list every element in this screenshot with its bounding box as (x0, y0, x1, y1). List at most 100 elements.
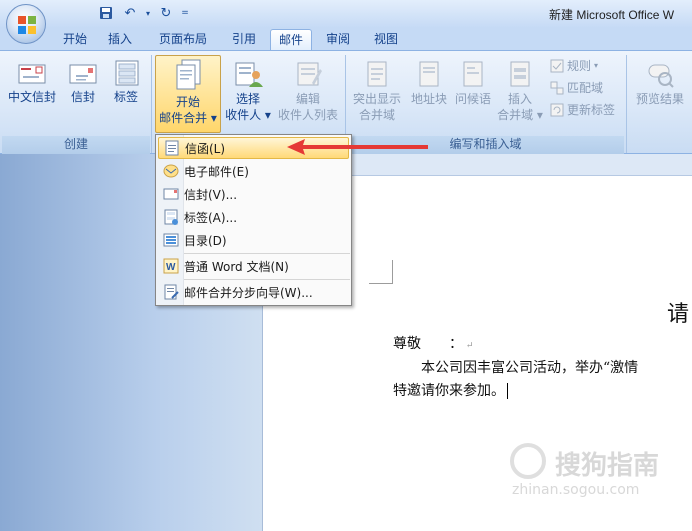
insert-merge-field-button[interactable]: 插入 合并域 ▾ (494, 59, 546, 123)
match-fields-icon (550, 81, 564, 95)
edit-recipient-list-icon (297, 62, 322, 86)
greeting-line-button[interactable]: 问候语 (450, 59, 496, 107)
menu-item-label: 普通 Word 文档(N) (184, 259, 289, 274)
start-mail-merge-menu: 信函(L) 电子邮件(E) 信封(V)... 标签(A)... 目录(D) W … (155, 134, 352, 306)
annotation-arrow-icon (287, 139, 428, 155)
wizard-icon (158, 281, 184, 303)
select-label-line2: 收件人 ▾ (225, 108, 271, 122)
group-label-create: 创建 (2, 136, 150, 154)
redo-icon[interactable]: ↻ (156, 4, 176, 22)
tab-view[interactable]: 视图 (366, 29, 406, 50)
customize-toolbar-icon[interactable]: = (180, 4, 190, 22)
rules-label: 规则 (567, 59, 592, 73)
directory-icon (158, 229, 184, 251)
highlight-merge-fields-icon (367, 61, 387, 87)
watermark-text: 搜狗指南 (555, 451, 660, 481)
letter-icon (159, 137, 185, 159)
menu-item-labels[interactable]: 标签(A)... (158, 206, 349, 228)
menu-item-normal-word-document[interactable]: W 普通 Word 文档(N) (158, 255, 349, 277)
menu-item-label: 标签(A)... (184, 210, 238, 225)
body-line-2: 特邀请你来参加。 (393, 380, 508, 400)
preview-results-button[interactable]: 预览结果 (630, 59, 690, 107)
title-bar: ↶ ▾ ↻ = 新建 Microsoft Office W (0, 0, 692, 28)
menu-item-email[interactable]: 电子邮件(E) (158, 160, 349, 182)
match-fields-label: 匹配域 (567, 81, 604, 95)
salutation-text: 尊敬： ↵ (393, 336, 474, 352)
labels-icon (115, 60, 139, 86)
rules-button[interactable]: 规则 ▾ (550, 57, 598, 75)
tab-home[interactable]: 开始 (55, 29, 95, 50)
edit-label-line1: 编辑 (295, 92, 320, 106)
watermark-logo-icon (510, 443, 546, 479)
menu-item-envelopes[interactable]: 信封(V)... (158, 183, 349, 205)
insert-label-line2: 合并域 ▾ (497, 108, 543, 122)
tab-page-layout[interactable]: 页面布局 (150, 29, 216, 50)
menu-item-directory[interactable]: 目录(D) (158, 229, 349, 251)
start-mail-merge-icon (176, 59, 201, 90)
email-icon (158, 160, 184, 182)
labels-label: 标签 (113, 90, 138, 104)
highlight-merge-fields-button[interactable]: 突出显示 合并域 (348, 59, 406, 123)
group-separator (151, 55, 152, 153)
highlight-label-line1: 突出显示 (352, 92, 401, 106)
menu-separator (184, 253, 350, 254)
menu-item-label: 信封(V)... (184, 187, 238, 202)
update-labels-label: 更新标签 (567, 103, 616, 117)
start-merge-label-line1: 开始 (175, 95, 200, 109)
dropdown-arrow-icon[interactable]: ▾ (144, 4, 152, 22)
preview-results-label: 预览结果 (635, 92, 684, 106)
chinese-envelope-icon (18, 64, 46, 84)
margin-corner-mark (369, 260, 393, 284)
select-recipients-icon (235, 62, 263, 87)
start-merge-label-line2: 邮件合并 ▾ (159, 111, 217, 125)
highlight-label-line2: 合并域 (358, 108, 395, 122)
greeting-label: 问候语 (454, 92, 491, 106)
document-heading: 请 (667, 302, 690, 327)
select-recipients-button[interactable]: 选择 收件人 ▾ (222, 59, 274, 123)
preview-results-icon (648, 64, 674, 88)
label-icon (158, 206, 184, 228)
address-block-label: 地址块 (410, 92, 447, 106)
svg-text:W: W (166, 262, 176, 273)
edit-label-line2: 收件人列表 (277, 108, 338, 122)
address-block-button[interactable]: 地址块 (406, 59, 452, 107)
match-fields-button[interactable]: 匹配域 (550, 79, 603, 97)
ribbon-tabs: 开始 插入 页面布局 引用 邮件 审阅 视图 (0, 28, 692, 50)
update-labels-icon (550, 103, 564, 117)
office-logo-icon (18, 16, 36, 34)
window-title: 新建 Microsoft Office W (549, 8, 675, 22)
address-block-icon (419, 61, 439, 87)
chinese-envelope-label: 中文信封 (7, 90, 56, 104)
menu-item-label: 邮件合并分步向导(W)... (184, 285, 313, 300)
labels-button[interactable]: 标签 (106, 59, 146, 105)
tab-insert[interactable]: 插入 (100, 29, 140, 50)
save-icon[interactable] (96, 4, 116, 22)
undo-icon[interactable]: ↶ (120, 4, 140, 22)
office-button[interactable] (6, 4, 46, 44)
menu-item-label: 信函(L) (185, 141, 226, 156)
menu-separator (184, 279, 350, 280)
menu-item-label: 电子邮件(E) (184, 164, 249, 179)
edit-recipient-list-button[interactable]: 编辑 收件人列表 (274, 59, 342, 123)
envelope-label: 信封 (70, 90, 95, 104)
word-doc-icon: W (158, 255, 184, 277)
envelope-icon (158, 183, 184, 205)
tab-references[interactable]: 引用 (224, 29, 264, 50)
menu-item-label: 目录(D) (184, 233, 227, 248)
insert-label-line1: 插入 (507, 92, 532, 106)
quick-access-toolbar: ↶ ▾ ↻ = (52, 4, 190, 22)
tab-review[interactable]: 审阅 (318, 29, 358, 50)
text-cursor (507, 383, 508, 399)
insert-merge-field-icon (510, 61, 530, 87)
rules-icon (550, 59, 564, 73)
envelope-icon (69, 64, 97, 84)
chinese-envelope-button[interactable]: 中文信封 (4, 59, 60, 105)
body-line-1: 本公司因丰富公司活动，举办“激情 (421, 360, 639, 376)
select-label-line1: 选择 (235, 92, 260, 106)
envelope-button[interactable]: 信封 (63, 59, 103, 105)
tab-mailings[interactable]: 邮件 (270, 29, 312, 50)
group-separator (626, 55, 627, 153)
start-mail-merge-button[interactable]: 开始 邮件合并 ▾ (155, 55, 221, 133)
update-labels-button[interactable]: 更新标签 (550, 101, 615, 119)
menu-item-mail-merge-wizard[interactable]: 邮件合并分步向导(W)... (158, 281, 349, 303)
